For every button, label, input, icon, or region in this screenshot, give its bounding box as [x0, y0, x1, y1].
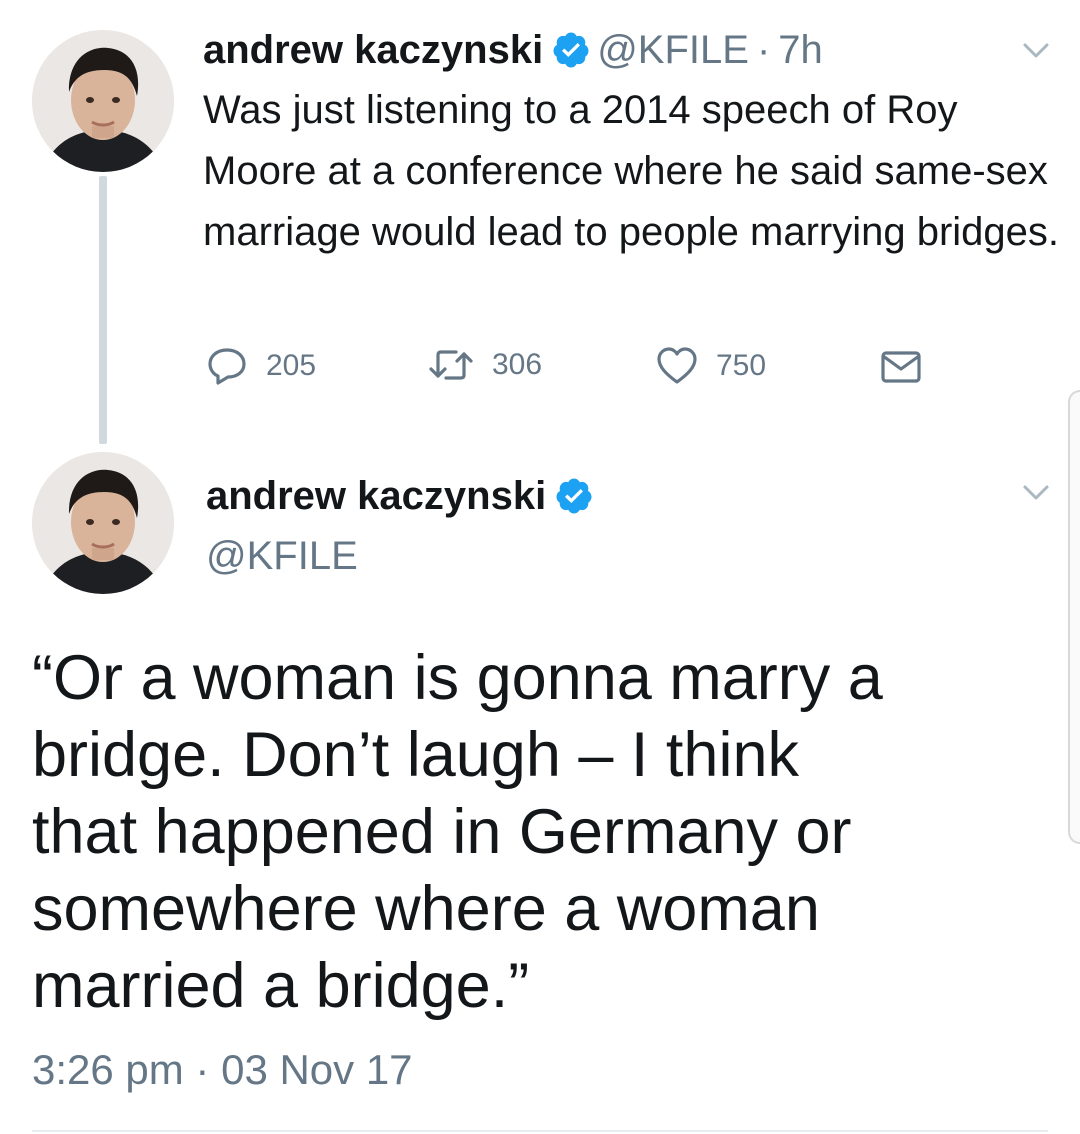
author-name[interactable]: andrew kaczynski [203, 24, 543, 76]
tweet-header: andrew kaczynski @KFILE · 7h [203, 24, 823, 76]
profile-photo [32, 452, 174, 594]
profile-photo [32, 30, 174, 172]
tweet-header: andrew kaczynski [206, 470, 600, 522]
tweet-text: “Or a woman is gonna marry a bridge. Don… [32, 643, 883, 1021]
speech-bubble-icon [208, 348, 246, 385]
retweet-icon [429, 350, 473, 380]
envelope-icon [881, 351, 921, 383]
retweet-button[interactable]: 306 [428, 346, 542, 384]
separator-dot: · [756, 28, 771, 72]
tweet-timestamp[interactable]: 3:26 pm · 03 Nov 17 [32, 1042, 413, 1098]
like-count: 750 [716, 349, 767, 382]
reply-button[interactable]: 205 [206, 346, 316, 386]
scrollbar[interactable] [1068, 390, 1080, 844]
thread-connector-line [99, 176, 107, 444]
author-name[interactable]: andrew kaczynski [206, 470, 546, 522]
avatar[interactable] [32, 30, 174, 172]
chevron-down-icon[interactable] [1022, 484, 1050, 502]
author-handle[interactable]: @KFILE [206, 530, 358, 582]
tweet-actions: 205 306 750 [0, 344, 1080, 394]
verified-badge-icon [554, 476, 594, 516]
direct-message-button[interactable] [880, 350, 940, 384]
tweet-text: Was just listening to a 2014 speech of R… [203, 88, 1060, 254]
divider [32, 1130, 1048, 1132]
heart-icon [657, 347, 697, 384]
reply-count: 205 [266, 349, 317, 382]
chevron-down-icon[interactable] [1022, 42, 1050, 60]
like-button[interactable]: 750 [656, 346, 766, 386]
verified-badge-icon [551, 30, 591, 70]
author-handle[interactable]: @KFILE [597, 24, 749, 76]
retweet-count: 306 [492, 348, 543, 381]
tweet-time[interactable]: 7h [778, 24, 823, 76]
tweet-thread: andrew kaczynski @KFILE · 7h Was just li… [0, 0, 1080, 1134]
avatar[interactable] [32, 452, 174, 594]
